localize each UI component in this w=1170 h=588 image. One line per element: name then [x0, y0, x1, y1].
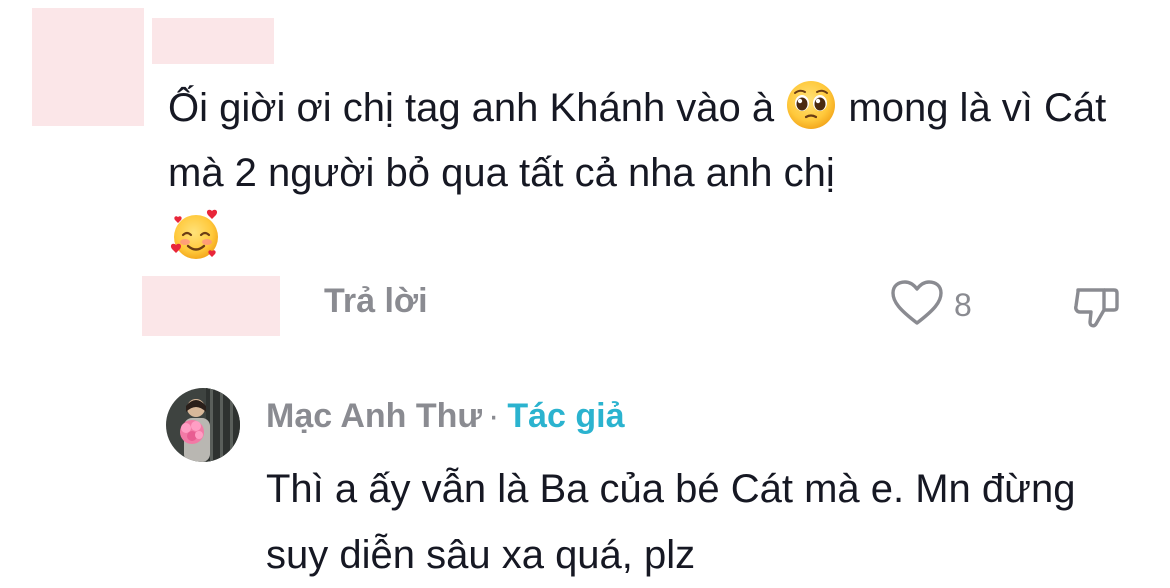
heart-icon[interactable]	[890, 279, 944, 332]
redacted-avatar	[32, 8, 144, 126]
pleading-face-emoji-icon	[785, 79, 837, 131]
redacted-username	[152, 18, 274, 64]
reply-author-name[interactable]: Mạc Anh Thư	[266, 397, 482, 435]
comment-text-part-1: Ối giời ơi chị tag anh Khánh vào à	[168, 86, 786, 130]
like-button[interactable]: 8	[890, 278, 972, 332]
reply-avatar[interactable]	[166, 388, 240, 462]
smiling-face-with-hearts-emoji-icon	[168, 207, 224, 263]
author-badge: Tác giả	[507, 397, 625, 435]
redacted-timestamp	[142, 276, 280, 336]
reply-header: Mạc Anh Thư · Tác giả	[266, 392, 625, 440]
like-count: 8	[954, 286, 972, 323]
separator-dot: ·	[488, 397, 500, 435]
reply-button[interactable]: Trả lời	[324, 282, 428, 321]
comment-text: Ối giời ơi chị tag anh Khánh vào à mong …	[168, 76, 1148, 271]
reply-text: Thì a ấy vẫn là Ba của bé Cát mà e. Mn đ…	[266, 467, 1076, 577]
thumbs-down-icon[interactable]	[1070, 280, 1124, 334]
